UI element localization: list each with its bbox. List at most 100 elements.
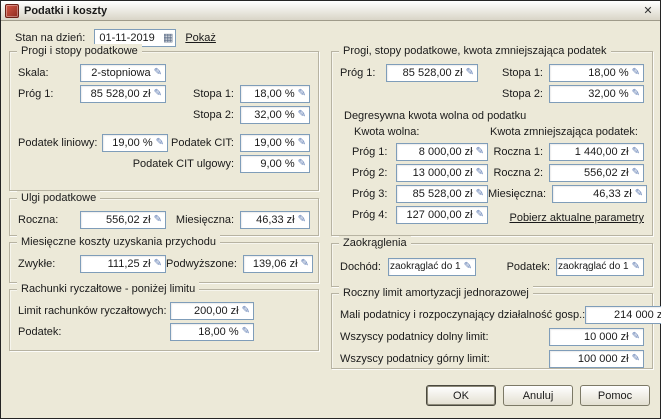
kw-prog3-label: Próg 3: (352, 187, 388, 200)
close-icon: ✕ (643, 5, 653, 17)
edit-icon[interactable]: ✎ (154, 258, 162, 269)
skala-input[interactable]: 2-stopniowa ✎ (80, 63, 166, 82)
cit-ulgowy-label: Podatek CIT ulgowy: (132, 157, 234, 170)
group-title: Rachunki ryczałtowe - poniżej limitu (17, 282, 200, 296)
zwykle-input[interactable]: 111,25 zł ✎ (80, 254, 166, 273)
edit-icon[interactable]: ✎ (242, 305, 250, 316)
stopa1-value: 18,00 % (254, 87, 295, 100)
edit-icon[interactable]: ✎ (464, 261, 472, 272)
anuluj-button[interactable]: Anuluj (503, 385, 573, 406)
zaokr-podatek-value: zaokrąglać do 1 (558, 261, 629, 272)
liniowy-label: Podatek liniowy: (18, 136, 98, 149)
row-liniowy: Podatek liniowy: 19,00 % ✎ Podatek CIT: … (18, 133, 310, 152)
edit-icon[interactable]: ✎ (476, 209, 484, 220)
cit-input[interactable]: 19,00 % ✎ (240, 133, 310, 152)
close-button[interactable]: ✕ (640, 4, 656, 18)
edit-icon[interactable]: ✎ (632, 167, 640, 178)
prog1-value: 85 528,00 zł (90, 87, 151, 100)
zwykle-value: 111,25 zł (107, 257, 151, 270)
row-gorny: Wszyscy podatnicy górny limit: 100 000 z… (340, 349, 644, 368)
roczna1-label: Roczna 1: (493, 145, 543, 158)
liniowy-input[interactable]: 19,00 % ✎ (102, 133, 168, 152)
skala-value: 2-stopniowa (91, 66, 151, 79)
stopa1-input[interactable]: 18,00 % ✎ (240, 84, 310, 103)
edit-icon[interactable]: ✎ (154, 67, 162, 78)
row-ryczalt-podatek: Podatek: 18,00 % ✎ (18, 322, 310, 341)
group-body: Limit rachunków ryczałtowych: 200,00 zł … (18, 301, 310, 348)
ryczalt-podatek-label: Podatek: (18, 325, 62, 338)
stopa2-input[interactable]: 32,00 % ✎ (240, 105, 310, 124)
r-stopa1-label: Stopa 1: (502, 66, 543, 79)
edit-icon[interactable]: ✎ (476, 188, 484, 199)
edit-icon[interactable]: ✎ (632, 353, 640, 364)
dialog-content: Stan na dzień: 01-11-2019 ▦ Pokaż Progi … (1, 21, 661, 418)
group-ulgi: Ulgi podatkowe Roczna: 556,02 zł ✎ Miesi… (9, 191, 319, 236)
kw-prog2-input[interactable]: 13 000,00 zł ✎ (396, 163, 488, 182)
r-miesieczna-input[interactable]: 46,33 zł ✎ (552, 184, 648, 203)
group-body: Roczna: 556,02 zł ✎ Miesięczna: 46,33 zł… (18, 210, 310, 233)
edit-icon[interactable]: ✎ (632, 146, 640, 157)
edit-icon[interactable]: ✎ (298, 158, 306, 169)
edit-icon[interactable]: ✎ (466, 67, 474, 78)
edit-icon[interactable]: ✎ (298, 109, 306, 120)
mali-input[interactable]: 214 000 zł ✎ (585, 305, 661, 324)
r-prog1-input[interactable]: 85 528,00 zł ✎ (386, 63, 478, 82)
degresywna-title: Degresywna kwota wolna od podatku (344, 110, 527, 122)
roczna-input[interactable]: 556,02 zł ✎ (80, 210, 166, 229)
zaokr-podatek-input[interactable]: zaokrąglać do 1 ✎ (556, 257, 644, 276)
row-kw-prog4: Próg 4: 127 000,00 zł ✎ Pobierz aktualne… (340, 205, 644, 224)
edit-icon[interactable]: ✎ (154, 214, 162, 225)
row-mali: Mali podatnicy i rozpoczynający działaln… (340, 305, 661, 324)
dolny-input[interactable]: 10 000 zł ✎ (549, 327, 644, 346)
group-ryczalt: Rachunki ryczałtowe - poniżej limitu Lim… (9, 282, 319, 351)
mali-value: 214 000 zł (614, 308, 661, 321)
skala-label: Skala: (18, 66, 49, 79)
edit-icon[interactable]: ✎ (632, 67, 640, 78)
edit-icon[interactable]: ✎ (301, 258, 309, 269)
kw-prog4-input[interactable]: 127 000,00 zł ✎ (396, 205, 488, 224)
edit-icon[interactable]: ✎ (476, 167, 484, 178)
limit-input[interactable]: 200,00 zł ✎ (170, 301, 254, 320)
row-limit: Limit rachunków ryczałtowych: 200,00 zł … (18, 301, 310, 320)
show-link[interactable]: Pokaż (185, 32, 216, 44)
pomoc-button[interactable]: Pomoc (580, 385, 650, 406)
edit-icon[interactable]: ✎ (298, 214, 306, 225)
group-progi-stopy: Progi i stopy podatkowe Skala: 2-stopnio… (9, 44, 319, 191)
dochod-input[interactable]: zaokrąglać do 1 ✎ (388, 257, 476, 276)
edit-icon[interactable]: ✎ (632, 261, 640, 272)
calendar-icon[interactable]: ▦ (163, 32, 173, 44)
roczna2-input[interactable]: 556,02 zł ✎ (549, 163, 644, 182)
edit-icon[interactable]: ✎ (298, 137, 306, 148)
edit-icon[interactable]: ✎ (242, 326, 250, 337)
dochod-label: Dochód: (340, 260, 381, 273)
r-stopa2-value: 32,00 % (588, 87, 629, 100)
ok-button[interactable]: OK (426, 385, 496, 406)
group-koszty: Miesięczne koszty uzyskania przychodu Zw… (9, 235, 319, 283)
roczna1-value: 1 440,00 zł (574, 145, 629, 158)
prog1-input[interactable]: 85 528,00 zł ✎ (80, 84, 166, 103)
miesieczna-input[interactable]: 46,33 zł ✎ (240, 210, 310, 229)
edit-icon[interactable]: ✎ (154, 88, 162, 99)
podwyzszone-input[interactable]: 139,06 zł ✎ (242, 254, 313, 273)
kw-prog3-input[interactable]: 85 528,00 zł ✎ (396, 184, 488, 203)
roczna1-input[interactable]: 1 440,00 zł ✎ (549, 142, 644, 161)
ryczalt-podatek-input[interactable]: 18,00 % ✎ (170, 322, 254, 341)
dolny-label: Wszyscy podatnicy dolny limit: (340, 330, 489, 343)
kw-prog1-input[interactable]: 8 000,00 zł ✎ (396, 142, 488, 161)
cit-ulgowy-input[interactable]: 9,00 % ✎ (240, 154, 310, 173)
edit-icon[interactable]: ✎ (156, 137, 164, 148)
edit-icon[interactable]: ✎ (476, 146, 484, 157)
pobierz-link[interactable]: Pobierz aktualne parametry (509, 212, 644, 224)
prog1-label: Próg 1: (18, 87, 54, 100)
button-row: OK Anuluj Pomoc (426, 385, 650, 406)
stopa2-value: 32,00 % (254, 108, 295, 121)
r-stopa2-input[interactable]: 32,00 % ✎ (549, 84, 644, 103)
r-stopa1-input[interactable]: 18,00 % ✎ (549, 63, 644, 82)
gorny-input[interactable]: 100 000 zł ✎ (549, 349, 644, 368)
edit-icon[interactable]: ✎ (635, 188, 643, 199)
stopa2-label: Stopa 2: (193, 108, 234, 121)
edit-icon[interactable]: ✎ (632, 88, 640, 99)
group-body: Skala: 2-stopniowa ✎ Próg 1: 85 528,00 z… (18, 63, 310, 188)
edit-icon[interactable]: ✎ (298, 88, 306, 99)
edit-icon[interactable]: ✎ (632, 331, 640, 342)
